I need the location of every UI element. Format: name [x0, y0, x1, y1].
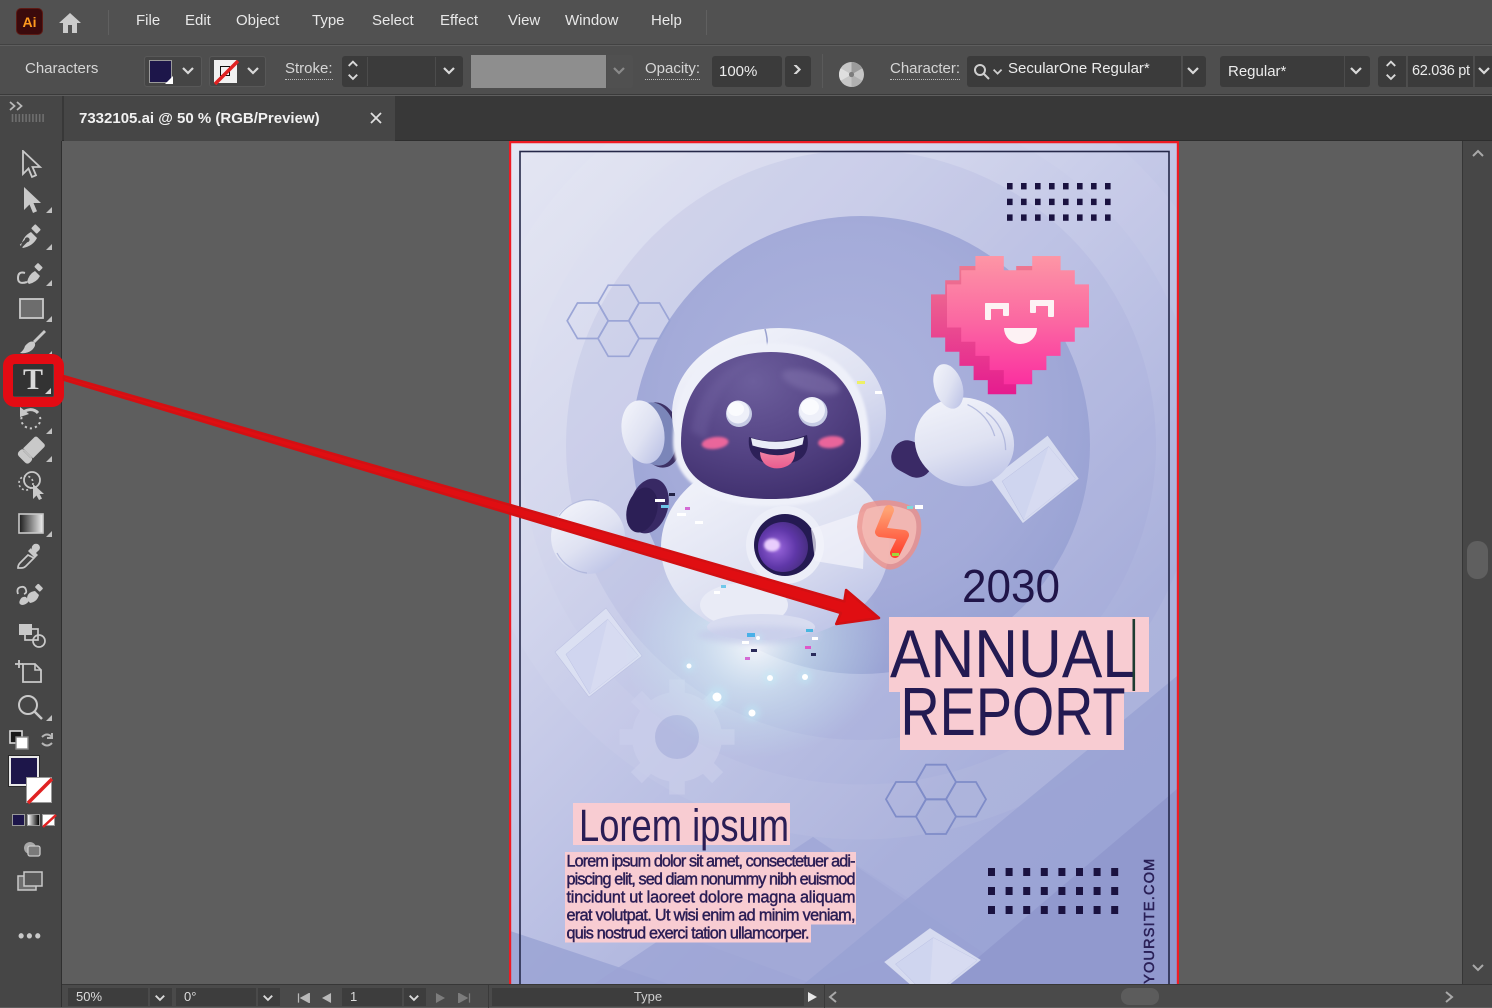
svg-text:WWW.YOURSITE.COM: WWW.YOURSITE.COM	[1142, 858, 1158, 984]
svg-text:erat volutpat. Ut wisi enim ad: erat volutpat. Ut wisi enim ad minim ven…	[567, 907, 856, 925]
svg-text:Lorem ipsum dolor sit amet, co: Lorem ipsum dolor sit amet, consectetuer…	[567, 853, 856, 871]
svg-text:quis nostrud exerci tation ull: quis nostrud exerci tation ullamcorper.	[567, 925, 810, 943]
svg-text:2030: 2030	[962, 560, 1060, 612]
svg-text:piscing elit, sed diam nonummy: piscing elit, sed diam nonummy nibh euis…	[567, 871, 856, 889]
svg-text:tincidunt ut laoreet dolore ma: tincidunt ut laoreet dolore magna aliqua…	[567, 889, 856, 907]
svg-text:REPORT: REPORT	[901, 674, 1126, 750]
svg-text:Lorem ipsum: Lorem ipsum	[579, 800, 789, 851]
